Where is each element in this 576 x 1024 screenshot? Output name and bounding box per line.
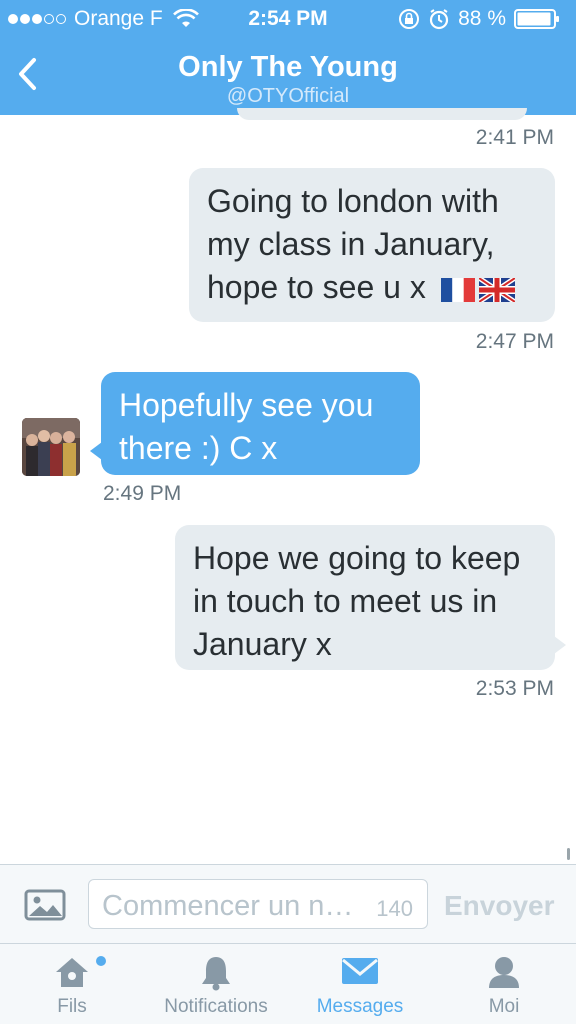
message-timestamp: 2:41 PM xyxy=(475,126,554,149)
sent-bubble-tail xyxy=(554,636,566,654)
battery-icon xyxy=(514,9,559,29)
new-content-dot xyxy=(96,956,106,966)
tab-label: Messages xyxy=(316,996,404,1017)
nav-header: Orange F 2:54 PM 88 % Only The Young @OT… xyxy=(0,0,576,115)
send-button[interactable]: Envoyer xyxy=(444,890,555,922)
status-right: 88 % xyxy=(398,7,568,31)
message-text: Hope we going to keep in touch to meet u… xyxy=(193,540,521,662)
user-handle: @OTYOfficial xyxy=(226,85,350,107)
alarm-icon xyxy=(430,9,449,30)
tab-bar: Fils Notifications Messages Moi xyxy=(0,944,576,1024)
tab-label: Notifications xyxy=(164,996,268,1017)
band-photo-avatar-image xyxy=(22,418,80,476)
received-message-bubble[interactable]: Hopefully see you there :) C x xyxy=(101,372,420,475)
envelope-icon xyxy=(342,958,378,984)
tab-notifications[interactable]: Notifications xyxy=(144,944,288,1024)
message-input-placeholder: Commencer un n… xyxy=(102,890,354,922)
message-timestamp: 2:49 PM xyxy=(103,482,182,505)
image-attach-icon[interactable] xyxy=(24,889,66,921)
tab-label: Fils xyxy=(57,996,87,1017)
tab-me[interactable]: Moi xyxy=(432,944,576,1024)
uk-flag-icon xyxy=(478,277,515,302)
message-timestamp: 2:47 PM xyxy=(475,330,554,353)
battery-percent: 88 % xyxy=(458,7,506,30)
message-composer: Commencer un n… 140 Envoyer xyxy=(0,864,576,944)
rotation-lock-icon xyxy=(399,9,420,29)
conversation-title-block[interactable]: Only The Young @OTYOfficial xyxy=(0,49,576,107)
status-bar: Orange F 2:54 PM 88 % xyxy=(0,0,576,38)
scroll-indicator[interactable] xyxy=(567,848,570,860)
character-count: 140 xyxy=(376,896,413,921)
person-icon xyxy=(489,957,519,988)
france-flag-icon xyxy=(440,277,475,302)
page-title: Only The Young xyxy=(178,51,398,83)
tab-label: Moi xyxy=(488,996,520,1017)
previous-message-bubble[interactable] xyxy=(237,108,527,120)
sent-message-bubble[interactable]: Hope we going to keep in touch to meet u… xyxy=(175,525,555,670)
home-icon xyxy=(56,958,88,987)
bell-icon xyxy=(202,957,230,991)
flag-emojis xyxy=(440,277,515,302)
sender-avatar[interactable] xyxy=(22,418,80,476)
message-timestamp: 2:53 PM xyxy=(475,677,554,700)
message-text: Hopefully see you there :) C x xyxy=(119,387,374,466)
tab-home[interactable]: Fils xyxy=(0,944,144,1024)
tab-messages[interactable]: Messages xyxy=(288,944,432,1024)
message-input[interactable]: Commencer un n… 140 xyxy=(88,879,428,929)
sent-message-bubble[interactable]: Going to london with my class in January… xyxy=(189,168,555,322)
